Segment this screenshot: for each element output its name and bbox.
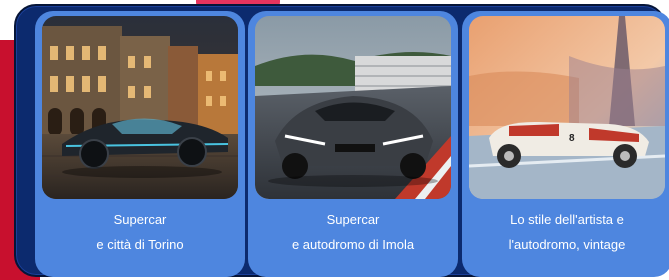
card-caption-imola: Supercar e autodromo di Imola: [248, 207, 458, 257]
card-caption-line2: l'autodromo, vintage: [508, 237, 626, 252]
card-caption-line1: Supercar: [326, 212, 380, 227]
card-caption-vintage: Lo stile dell'artista e l'autodromo, vin…: [462, 207, 669, 257]
gallery-card-imola[interactable]: Supercar e autodromo di Imola: [248, 11, 458, 277]
card-caption-line2: e autodromo di Imola: [291, 237, 415, 252]
gallery-panel: Supercar e città di Torino Supercar e au…: [14, 4, 669, 277]
card-image-imola: [255, 16, 451, 199]
gallery-card-turin[interactable]: Supercar e città di Torino: [35, 11, 245, 277]
card-image-turin: [42, 16, 238, 199]
card-image-vintage: 8: [469, 16, 665, 199]
card-caption-line1: Lo stile dell'artista e: [510, 212, 624, 227]
card-caption-turin: Supercar e città di Torino: [35, 207, 245, 257]
svg-text:8: 8: [569, 133, 575, 144]
card-caption-line1: Supercar: [113, 212, 167, 227]
gallery-card-vintage[interactable]: 8 Lo stile dell'artista e l'autodromo, v…: [462, 11, 669, 277]
card-caption-line2: e città di Torino: [96, 237, 184, 252]
